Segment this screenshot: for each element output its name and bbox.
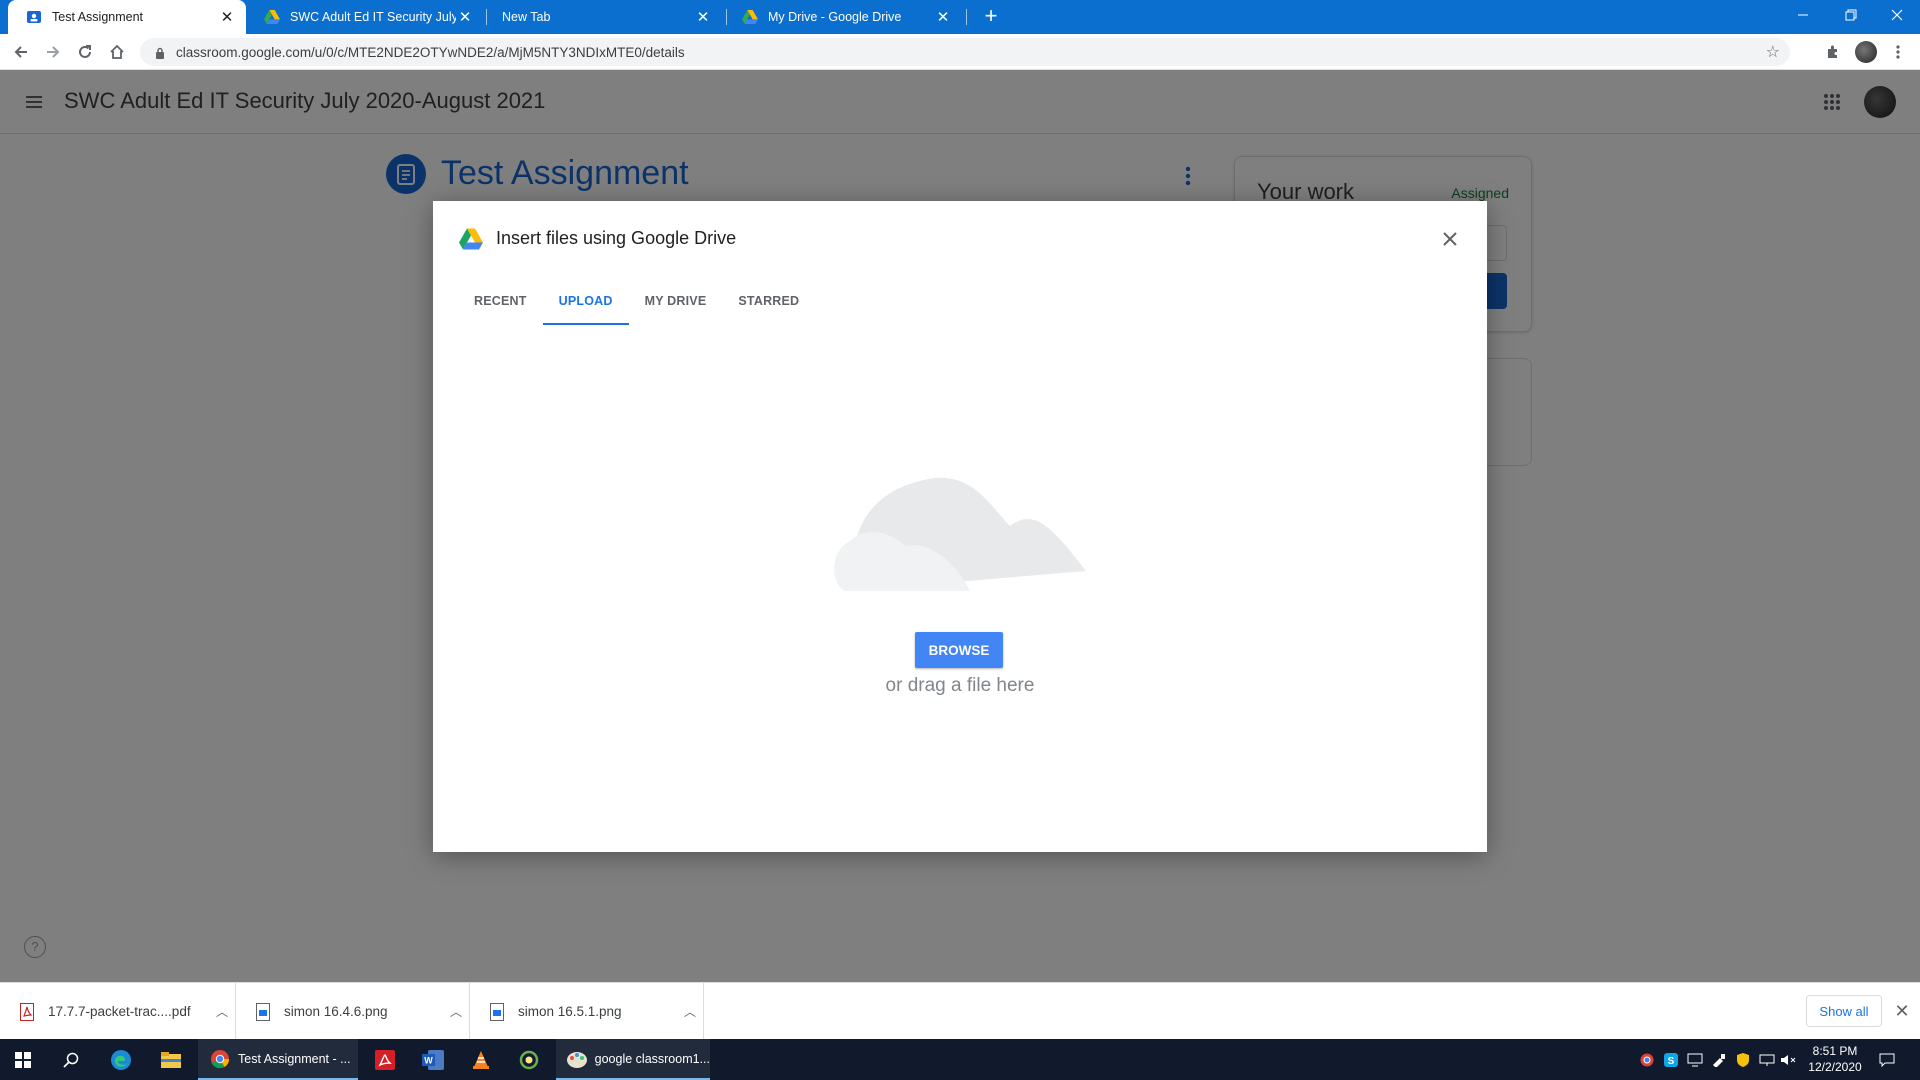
tab-separator — [966, 9, 967, 25]
downloads-bar: 17.7.7-packet-trac....pdf ︿ simon 16.4.6… — [0, 982, 1920, 1040]
windows-start-icon[interactable] — [0, 1039, 46, 1080]
tab-upload[interactable]: UPLOAD — [542, 277, 629, 325]
file-explorer-icon[interactable] — [148, 1039, 194, 1080]
close-downloads-bar-icon[interactable]: ✕ — [1890, 999, 1914, 1023]
show-all-downloads-button[interactable]: Show all — [1806, 995, 1882, 1027]
google-drive-logo-icon — [459, 228, 483, 250]
network-tray-icon[interactable] — [1756, 1039, 1778, 1080]
svg-text:S: S — [1668, 1056, 1675, 1067]
upload-cloud-illustration — [830, 451, 1090, 591]
lock-icon[interactable] — [154, 46, 166, 59]
bookmark-star-icon[interactable]: ☆ — [1766, 42, 1780, 62]
tab-test-assignment[interactable]: Test Assignment ✕ — [8, 0, 246, 34]
system-clock[interactable]: 8:51 PM 12/2/2020 — [1796, 1043, 1874, 1075]
close-tab-icon[interactable]: ✕ — [218, 8, 236, 26]
close-window-icon[interactable] — [1874, 0, 1920, 30]
google-drive-favicon-icon — [264, 9, 280, 25]
image-file-icon — [490, 1002, 504, 1021]
close-tab-icon[interactable]: ✕ — [694, 8, 712, 26]
browse-button[interactable]: BROWSE — [915, 632, 1003, 668]
tab-starred[interactable]: STARRED — [722, 277, 815, 325]
minimize-window-icon[interactable] — [1780, 0, 1826, 30]
screen-capture-app-icon[interactable] — [506, 1039, 552, 1080]
browser-menu-kebab-icon[interactable] — [1885, 39, 1911, 65]
taskbar-app-label: google classroom1... — [594, 1051, 710, 1066]
tab-title: My Drive - Google Drive — [768, 10, 902, 24]
tab-my-drive[interactable]: My Drive - Google Drive ✕ — [724, 0, 962, 34]
adobe-acrobat-icon[interactable] — [362, 1039, 408, 1080]
download-filename: simon 16.4.6.png — [284, 1004, 388, 1019]
tab-title: Test Assignment — [52, 10, 144, 24]
browser-tab-strip: Test Assignment ✕ SWC Adult Ed IT Securi… — [0, 0, 1920, 34]
taskbar-paint-window[interactable]: google classroom1... — [556, 1039, 710, 1080]
dialog-title: Insert files using Google Drive — [496, 228, 737, 248]
chevron-up-icon[interactable]: ︿ — [677, 1003, 703, 1020]
close-tab-icon[interactable]: ✕ — [934, 8, 952, 26]
download-filename: simon 16.5.1.png — [518, 1004, 622, 1019]
download-filename: 17.7.7-packet-trac....pdf — [48, 1004, 191, 1019]
new-tab-button[interactable]: + — [978, 4, 1004, 30]
paint-palette-icon — [567, 1051, 587, 1068]
microsoft-word-icon[interactable]: W — [410, 1039, 456, 1080]
display-tray-icon[interactable] — [1684, 1039, 1706, 1080]
profile-avatar[interactable] — [1853, 39, 1879, 65]
taskbar-chrome-window[interactable]: Test Assignment - ... — [198, 1039, 358, 1080]
address-bar[interactable]: classroom.google.com/u/0/c/MTE2NDE2OTYwN… — [140, 38, 1790, 66]
google-drive-favicon-icon — [742, 9, 758, 25]
google-drive-picker-dialog: Insert files using Google Drive RECENT U… — [433, 201, 1487, 852]
clock-date: 12/2/2020 — [1808, 1060, 1862, 1074]
tab-title: New Tab — [502, 10, 551, 24]
skype-tray-icon[interactable]: S — [1660, 1039, 1682, 1080]
url-text: classroom.google.com/u/0/c/MTE2NDE2OTYwN… — [176, 44, 685, 60]
tab-title: SWC Adult Ed IT Security July 20… — [290, 10, 456, 24]
taskbar-app-label: Test Assignment - ... — [238, 1051, 351, 1066]
close-dialog-icon[interactable] — [1438, 227, 1462, 251]
volume-muted-tray-icon[interactable] — [1778, 1039, 1798, 1080]
pdf-file-icon — [20, 1002, 34, 1021]
security-shield-tray-icon[interactable] — [1732, 1039, 1754, 1080]
usb-device-tray-icon[interactable] — [1708, 1039, 1730, 1080]
vlc-player-icon[interactable] — [458, 1039, 504, 1080]
home-icon[interactable] — [104, 39, 130, 65]
chrome-icon — [211, 1049, 230, 1068]
restore-window-icon[interactable] — [1828, 0, 1874, 30]
image-file-icon — [256, 1002, 270, 1021]
search-icon[interactable] — [48, 1039, 94, 1080]
browser-toolbar: classroom.google.com/u/0/c/MTE2NDE2OTYwN… — [0, 34, 1920, 70]
tab-swc-adult-ed[interactable]: SWC Adult Ed IT Security July 20… ✕ — [246, 0, 484, 34]
edge-browser-icon[interactable] — [98, 1039, 144, 1080]
back-arrow-icon[interactable] — [8, 39, 34, 65]
clock-time: 8:51 PM — [1812, 1044, 1858, 1058]
close-tab-icon[interactable]: ✕ — [456, 8, 474, 26]
download-item[interactable]: 17.7.7-packet-trac....pdf ︿ — [0, 983, 236, 1040]
windows-taskbar: Test Assignment - ... W google classroom… — [0, 1039, 1920, 1080]
extensions-puzzle-icon[interactable] — [1820, 39, 1846, 65]
chevron-up-icon[interactable]: ︿ — [209, 1003, 235, 1020]
download-item[interactable]: simon 16.5.1.png ︿ — [470, 983, 704, 1040]
reload-icon[interactable] — [72, 39, 98, 65]
picker-tabs: RECENT UPLOAD MY DRIVE STARRED — [458, 277, 815, 325]
chevron-up-icon[interactable]: ︿ — [443, 1003, 469, 1020]
tab-recent[interactable]: RECENT — [458, 277, 543, 325]
classroom-favicon-icon — [26, 9, 42, 25]
action-center-notification-icon[interactable] — [1872, 1039, 1902, 1080]
svg-text:W: W — [424, 1055, 433, 1065]
download-item[interactable]: simon 16.4.6.png ︿ — [236, 983, 470, 1040]
chrome-tray-icon[interactable] — [1636, 1039, 1658, 1080]
tab-new-tab[interactable]: New Tab ✕ — [484, 0, 722, 34]
tab-my-drive[interactable]: MY DRIVE — [629, 277, 723, 325]
forward-arrow-icon[interactable] — [40, 39, 66, 65]
drag-drop-hint: or drag a file here — [885, 675, 1035, 696]
